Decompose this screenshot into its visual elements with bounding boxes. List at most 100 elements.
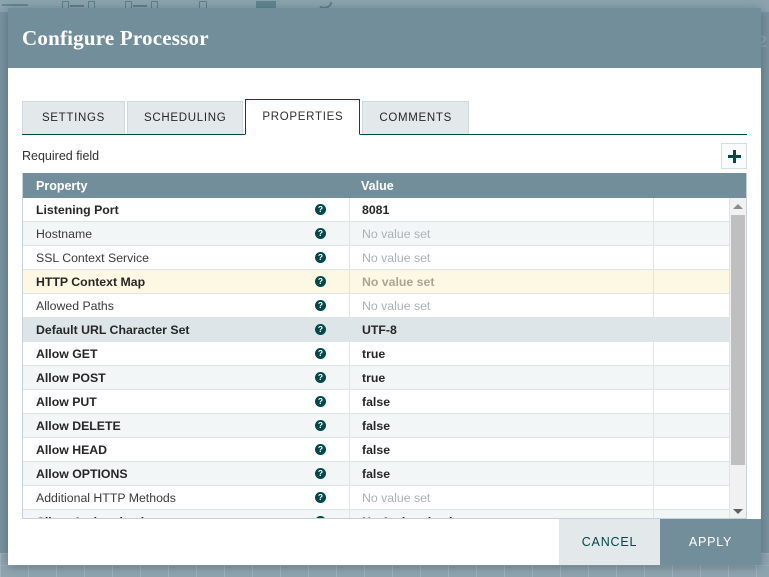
property-help-button[interactable]: ? xyxy=(315,396,349,407)
property-value-cell[interactable]: No value set xyxy=(349,270,653,293)
column-header-value[interactable]: Value xyxy=(349,179,746,193)
scrollbar-thumb[interactable] xyxy=(731,215,745,465)
help-circle-icon: ? xyxy=(315,324,326,335)
table-row[interactable]: HTTP Context Map? No value set xyxy=(23,270,746,294)
tab-properties[interactable]: PROPERTIES xyxy=(245,99,361,135)
property-value-cell[interactable]: No value set xyxy=(349,222,653,245)
help-circle-icon: ? xyxy=(315,348,326,359)
property-value-cell[interactable]: false xyxy=(349,390,653,413)
table-row[interactable]: Hostname? No value set xyxy=(23,222,746,246)
plus-icon xyxy=(727,149,741,163)
property-name-cell: Allow POST xyxy=(36,370,106,385)
property-name-cell: Allow GET xyxy=(36,346,98,361)
scroll-down-arrow[interactable] xyxy=(730,503,746,518)
canvas-ghost-connection-icon xyxy=(2,4,28,6)
property-name-cell: Listening Port xyxy=(36,202,119,217)
tab-scheduling[interactable]: SCHEDULING xyxy=(127,101,244,134)
page-title: Configure Processor xyxy=(22,25,209,50)
property-value-cell[interactable]: No Authentication xyxy=(349,510,653,518)
property-name-cell: Additional HTTP Methods xyxy=(36,490,176,505)
property-name-cell: SSL Context Service xyxy=(36,250,150,265)
property-name-cell: Allow OPTIONS xyxy=(36,466,128,481)
table-toolbar: Required field xyxy=(22,135,747,173)
help-circle-icon: ? xyxy=(315,516,326,518)
help-circle-icon: ? xyxy=(315,492,326,503)
tab-comments[interactable]: COMMENTS xyxy=(362,101,470,134)
dialog-header: Configure Processor xyxy=(8,8,761,68)
property-help-button[interactable]: ? xyxy=(315,276,349,287)
table-row[interactable]: Allow PUT? false xyxy=(23,390,746,414)
tab-settings[interactable]: SETTINGS xyxy=(22,101,125,134)
help-circle-icon: ? xyxy=(315,468,326,479)
property-name-cell: HTTP Context Map xyxy=(36,274,146,289)
table-row[interactable]: Additional HTTP Methods? No value set xyxy=(23,486,746,510)
table-body: Listening Port? 8081 Hostname? No value set… xyxy=(23,198,746,519)
scroll-up-arrow[interactable] xyxy=(730,198,746,214)
help-circle-icon: ? xyxy=(315,276,326,287)
property-help-button[interactable]: ? xyxy=(315,468,349,479)
help-circle-icon: ? xyxy=(315,204,326,215)
property-help-button[interactable]: ? xyxy=(315,204,349,215)
table-row[interactable]: SSL Context Service? No value set xyxy=(23,246,746,270)
table-row[interactable]: Allowed Paths? No value set xyxy=(23,294,746,318)
property-help-button[interactable]: ? xyxy=(315,348,349,359)
tab-strip: SETTINGS SCHEDULING PROPERTIES COMMENTS xyxy=(22,89,747,135)
canvas-ghost-link-icon xyxy=(70,5,84,7)
property-value-cell[interactable]: No value set xyxy=(349,246,653,269)
property-name-cell: Hostname xyxy=(36,226,93,241)
cancel-button[interactable]: CANCEL xyxy=(559,519,660,565)
help-circle-icon: ? xyxy=(315,300,326,311)
property-name-cell: Allow DELETE xyxy=(36,418,121,433)
caret-down-icon xyxy=(733,508,743,514)
property-table: Property Value Listening Port? 8081 Hostna… xyxy=(22,173,747,519)
table-row[interactable]: Allow DELETE? false xyxy=(23,414,746,438)
configure-processor-dialog: Configure Processor SETTINGS SCHEDULING PR… xyxy=(8,8,761,565)
property-help-button[interactable]: ? xyxy=(315,228,349,239)
property-name-cell: Allow PUT xyxy=(36,394,97,409)
property-value-cell[interactable]: false xyxy=(349,438,653,461)
table-row[interactable]: Allow OPTIONS? false xyxy=(23,462,746,486)
add-property-button[interactable] xyxy=(721,143,747,169)
property-name-cell: Allow HEAD xyxy=(36,442,108,457)
property-name-cell: Client Authentication xyxy=(23,515,315,519)
required-field-legend: Required field xyxy=(22,149,100,163)
apply-button[interactable]: APPLY xyxy=(660,519,761,565)
column-header-property[interactable]: Property xyxy=(23,179,349,193)
property-value-cell[interactable]: UTF-8 xyxy=(349,318,653,341)
table-row[interactable]: Allow GET? true xyxy=(23,342,746,366)
property-help-button[interactable]: ? xyxy=(315,324,349,335)
help-circle-icon: ? xyxy=(315,396,326,407)
help-circle-icon: ? xyxy=(315,444,326,455)
help-circle-icon: ? xyxy=(315,228,326,239)
property-value-cell[interactable]: false xyxy=(349,414,653,437)
table-row[interactable]: Allow POST? true xyxy=(23,366,746,390)
property-value-cell[interactable]: true xyxy=(349,366,653,389)
help-circle-icon: ? xyxy=(315,372,326,383)
canvas-ghost-link-icon xyxy=(133,5,147,7)
property-help-button[interactable]: ? xyxy=(315,444,349,455)
property-value-cell[interactable]: false xyxy=(349,462,653,485)
property-value-cell[interactable]: true xyxy=(349,342,653,365)
property-help-button[interactable]: ? xyxy=(315,372,349,383)
property-help-button[interactable]: ? xyxy=(315,252,349,263)
table-row[interactable]: Listening Port? 8081 xyxy=(23,198,746,222)
property-help-button[interactable]: ? xyxy=(315,420,349,431)
table-scrollbar[interactable] xyxy=(729,198,746,518)
property-help-button[interactable]: ? xyxy=(315,492,349,503)
property-value-cell[interactable]: 8081 xyxy=(349,198,653,221)
property-value-cell[interactable]: No value set xyxy=(349,294,653,317)
table-header-row: Property Value xyxy=(23,173,746,198)
table-row[interactable]: Allow HEAD? false xyxy=(23,438,746,462)
property-name-cell: Default URL Character Set xyxy=(36,322,190,337)
help-circle-icon: ? xyxy=(315,252,326,263)
table-row[interactable]: Default URL Character Set? UTF-8 xyxy=(23,318,746,342)
property-name-cell: Allowed Paths xyxy=(36,298,114,313)
table-row[interactable]: Client Authentication? No Authentication xyxy=(23,510,746,519)
property-value-cell[interactable]: No value set xyxy=(349,486,653,509)
dialog-footer: CANCEL APPLY xyxy=(8,519,761,565)
help-circle-icon: ? xyxy=(315,420,326,431)
dialog-body: SETTINGS SCHEDULING PROPERTIES COMMENTS Req… xyxy=(8,68,761,519)
caret-up-icon xyxy=(733,203,743,209)
property-help-button[interactable]: ? xyxy=(315,516,349,518)
property-help-button[interactable]: ? xyxy=(315,300,349,311)
